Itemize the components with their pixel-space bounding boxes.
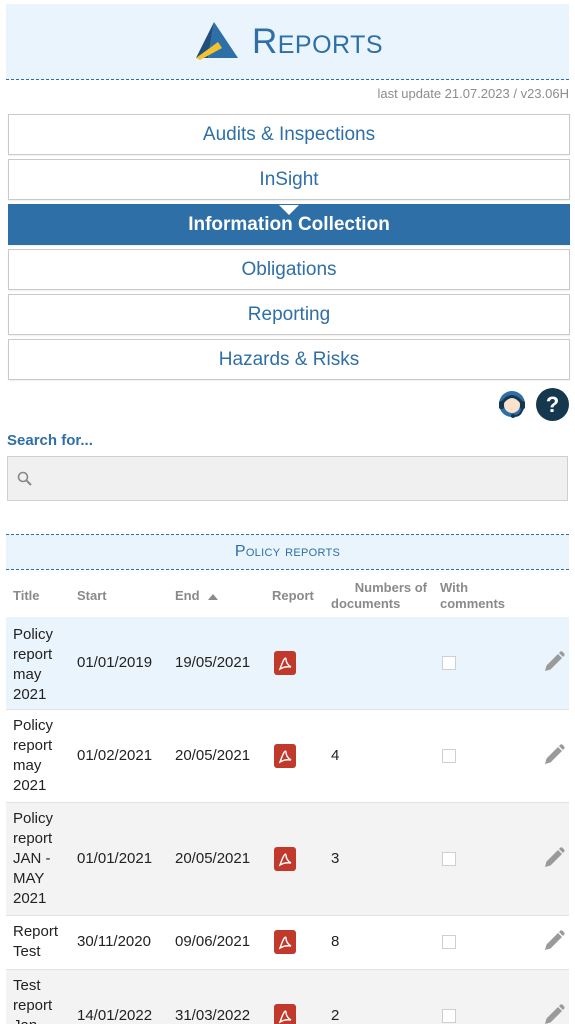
row-documents-count: 2 xyxy=(331,1007,340,1024)
header-line: documents xyxy=(331,596,401,611)
edit-pencil-icon[interactable] xyxy=(542,650,566,674)
row-end-date: 20/05/2021 xyxy=(175,850,251,867)
menu-item-label: Reporting xyxy=(247,303,331,325)
pdf-icon[interactable] xyxy=(274,744,296,768)
title-line: report xyxy=(13,646,53,663)
column-header-documents[interactable]: Numbers of documents xyxy=(331,580,427,612)
title-line: may xyxy=(13,757,42,774)
help-symbol: ? xyxy=(545,391,560,417)
title-line: Policy xyxy=(13,810,54,827)
app-logo-icon xyxy=(195,21,238,60)
search-icon xyxy=(17,471,32,486)
comments-checkbox[interactable] xyxy=(442,656,456,670)
column-header-report[interactable]: Report xyxy=(272,588,314,604)
support-agent-icon[interactable] xyxy=(496,388,528,422)
pdf-icon[interactable] xyxy=(274,847,296,871)
edit-pencil-icon[interactable] xyxy=(542,929,566,953)
title-line: JAN - xyxy=(13,850,51,867)
row-end-date: 31/03/2022 xyxy=(175,1007,251,1024)
row-title: Report Test xyxy=(13,922,73,962)
comments-checkbox[interactable] xyxy=(442,935,456,949)
column-header-end-label: End xyxy=(175,588,200,603)
row-documents-count: 4 xyxy=(331,747,340,764)
menu-item-label: InSight xyxy=(259,168,319,190)
row-start-date: 14/01/2022 xyxy=(77,1007,153,1024)
table-header: Title Start End Report Numbers of documen… xyxy=(6,576,569,616)
comments-checkbox[interactable] xyxy=(442,1009,456,1023)
title-line: report xyxy=(13,997,53,1014)
title-line: Jan xyxy=(13,1016,73,1024)
menu-item-label: Hazards & Risks xyxy=(218,348,360,370)
row-documents-count: 3 xyxy=(331,850,340,867)
header-line: comments xyxy=(440,596,506,611)
table-row[interactable]: Test report Jan 14/01/2022 31/03/2022 2 xyxy=(6,970,569,1024)
row-title: Test report Jan xyxy=(13,976,73,1024)
edit-pencil-icon[interactable] xyxy=(542,743,566,767)
comments-checkbox[interactable] xyxy=(442,852,456,866)
menu-item-hazards-risks[interactable]: Hazards & Risks xyxy=(8,339,570,380)
column-header-start[interactable]: Start xyxy=(77,588,107,604)
table-row[interactable]: Report Test 30/11/2020 09/06/2021 8 xyxy=(6,916,569,970)
header-line: Numbers of xyxy=(354,580,427,595)
menu-item-audits-inspections[interactable]: Audits & Inspections xyxy=(8,114,570,155)
section-title: Policy reports xyxy=(6,534,569,570)
report-category-menu: Audits & Inspections InSight Information… xyxy=(8,114,570,384)
edit-pencil-icon[interactable] xyxy=(542,846,566,870)
row-title: Policy report may 2021 xyxy=(13,716,73,796)
sort-ascending-icon xyxy=(207,593,218,600)
menu-item-obligations[interactable]: Obligations xyxy=(8,249,570,290)
page-title: Reports xyxy=(251,21,384,61)
menu-item-label: Audits & Inspections xyxy=(202,123,376,145)
row-end-date: 19/05/2021 xyxy=(175,654,251,671)
row-title: Policy report JAN - MAY 2021 xyxy=(13,809,73,909)
row-start-date: 30/11/2020 xyxy=(77,933,151,950)
title-line: Test xyxy=(13,943,41,960)
row-start-date: 01/02/2021 xyxy=(77,747,153,764)
pdf-icon[interactable] xyxy=(274,1004,296,1024)
title-line: 2021 xyxy=(13,686,47,703)
menu-item-insight[interactable]: InSight xyxy=(8,159,570,200)
header-line: With xyxy=(440,580,469,595)
title-line: report xyxy=(13,737,53,754)
title-line: MAY xyxy=(13,870,45,887)
title-line: 2021 xyxy=(13,777,47,794)
last-update-text: last update 21.07.2023 / v23.06H xyxy=(377,86,569,101)
menu-item-information-collection[interactable]: Information Collection xyxy=(8,204,570,245)
comments-checkbox[interactable] xyxy=(442,749,456,763)
title-line: Policy xyxy=(13,717,54,734)
title-line: Policy xyxy=(13,626,54,643)
title-line: Test xyxy=(13,977,41,994)
app-header: Reports xyxy=(6,4,569,80)
row-start-date: 01/01/2019 xyxy=(77,654,153,671)
row-end-date: 20/05/2021 xyxy=(175,747,251,764)
row-documents-count: 8 xyxy=(331,933,340,950)
pdf-icon[interactable] xyxy=(274,651,296,675)
column-header-end[interactable]: End xyxy=(175,588,218,604)
search-field[interactable] xyxy=(7,456,568,501)
active-indicator-icon xyxy=(279,205,299,215)
help-icon[interactable]: ? xyxy=(536,388,569,421)
table-row[interactable]: Policy report may 2021 01/01/2019 19/05/202… xyxy=(6,617,569,710)
row-start-date: 01/01/2021 xyxy=(77,850,153,867)
row-end-date: 09/06/2021 xyxy=(175,933,251,950)
title-line: 2021 xyxy=(13,890,47,907)
search-label: Search for... xyxy=(7,432,93,449)
edit-pencil-icon[interactable] xyxy=(542,1003,566,1024)
row-title: Policy report may 2021 xyxy=(13,625,73,705)
title-line: Report xyxy=(13,923,59,940)
title-line: report xyxy=(13,830,53,847)
table-row[interactable]: Policy report may 2021 01/02/2021 20/05/202… xyxy=(6,710,569,803)
title-line: may xyxy=(13,666,42,683)
search-input[interactable] xyxy=(34,457,567,500)
table-row[interactable]: Policy report JAN - MAY 2021 01/01/2021 20/0… xyxy=(6,803,569,916)
menu-item-label: Information Collection xyxy=(188,213,390,235)
pdf-icon[interactable] xyxy=(274,930,296,954)
menu-item-reporting[interactable]: Reporting xyxy=(8,294,570,335)
column-header-comments[interactable]: With comments xyxy=(440,580,505,612)
menu-item-label: Obligations xyxy=(241,258,337,280)
column-header-title[interactable]: Title xyxy=(13,588,40,604)
